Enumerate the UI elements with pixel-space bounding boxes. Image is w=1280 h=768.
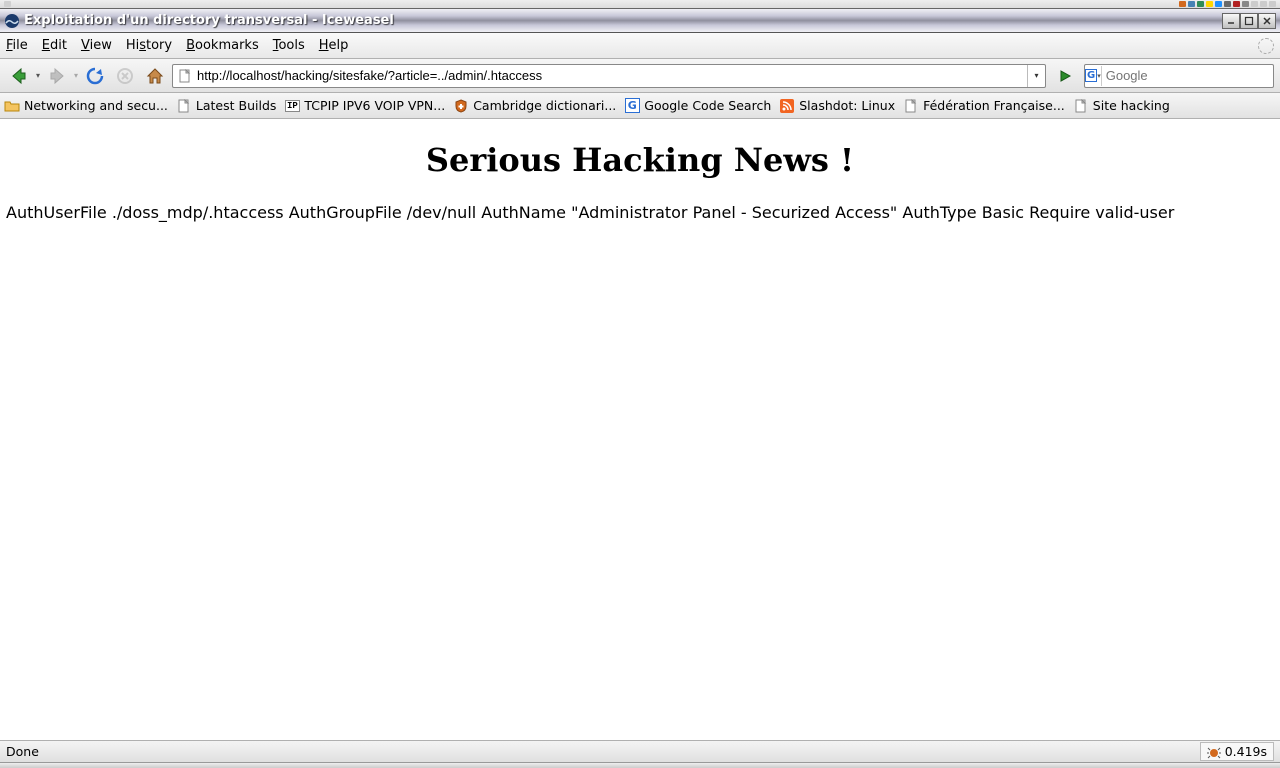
- navigation-toolbar: ▾ ▾ ▾ G▾: [0, 59, 1280, 93]
- bookmark-item[interactable]: G Google Code Search: [624, 98, 771, 114]
- status-timing: 0.419s: [1200, 742, 1274, 761]
- page-icon: [1073, 98, 1089, 114]
- maximize-button[interactable]: [1240, 13, 1258, 29]
- page-icon: [903, 98, 919, 114]
- url-input[interactable]: [197, 68, 1027, 83]
- forward-dropdown[interactable]: ▾: [74, 71, 78, 80]
- go-button[interactable]: [1054, 65, 1076, 87]
- search-input[interactable]: [1102, 68, 1280, 83]
- bookmark-label: TCPIP IPV6 VOIP VPN...: [304, 98, 445, 113]
- status-text: Done: [6, 744, 1200, 759]
- bookmark-item[interactable]: Networking and secu...: [4, 98, 168, 114]
- menu-tools[interactable]: Tools: [273, 38, 305, 53]
- forward-button[interactable]: [44, 63, 70, 89]
- gcode-icon: G: [624, 98, 640, 114]
- bookmark-label: Networking and secu...: [24, 98, 168, 113]
- bookmark-item[interactable]: Cambridge dictionari...: [453, 98, 616, 114]
- url-history-dropdown[interactable]: ▾: [1027, 65, 1045, 87]
- menu-history[interactable]: History: [126, 38, 172, 53]
- activity-throbber: [1258, 38, 1274, 54]
- shield-icon: [453, 98, 469, 114]
- stop-button[interactable]: [112, 63, 138, 89]
- search-engine-icon[interactable]: G▾: [1085, 66, 1102, 86]
- os-taskbar: [0, 762, 1280, 768]
- back-dropdown[interactable]: ▾: [36, 71, 40, 80]
- page-content: Serious Hacking News ! AuthUserFile ./do…: [0, 119, 1280, 740]
- window-title: Exploitation d'un directory transversal …: [24, 13, 1222, 28]
- bookmark-label: Fédération Française...: [923, 98, 1065, 113]
- page-icon: [176, 98, 192, 114]
- minimize-button[interactable]: [1222, 13, 1240, 29]
- iceweasel-icon: [4, 13, 20, 29]
- page-favicon-icon: [177, 68, 193, 84]
- bookmark-label: Slashdot: Linux: [799, 98, 895, 113]
- bookmark-label: Google Code Search: [644, 98, 771, 113]
- bookmark-item[interactable]: Site hacking: [1073, 98, 1170, 114]
- menu-file[interactable]: File: [6, 38, 28, 53]
- folder-icon: [4, 98, 20, 114]
- page-body-text: AuthUserFile ./doss_mdp/.htaccess AuthGr…: [6, 203, 1274, 222]
- firebug-icon[interactable]: [1207, 745, 1221, 759]
- bookmark-label: Cambridge dictionari...: [473, 98, 616, 113]
- url-bar[interactable]: ▾: [172, 64, 1046, 88]
- close-button[interactable]: [1258, 13, 1276, 29]
- back-button[interactable]: [6, 63, 32, 89]
- home-button[interactable]: [142, 63, 168, 89]
- bookmark-item[interactable]: IP TCPIP IPV6 VOIP VPN...: [284, 98, 445, 114]
- bookmark-label: Site hacking: [1093, 98, 1170, 113]
- bookmark-label: Latest Builds: [196, 98, 277, 113]
- status-bar: Done 0.419s: [0, 740, 1280, 762]
- ip-icon: IP: [284, 98, 300, 114]
- search-box[interactable]: G▾: [1084, 64, 1274, 88]
- window-title-bar: Exploitation d'un directory transversal …: [0, 9, 1280, 33]
- bookmarks-toolbar: Networking and secu... Latest Builds IP TCP…: [0, 93, 1280, 119]
- menu-view[interactable]: View: [81, 38, 112, 53]
- menu-bar: File Edit View History Bookmarks Tools H…: [0, 33, 1280, 59]
- system-tray: [0, 0, 1280, 9]
- rss-icon: [779, 98, 795, 114]
- reload-button[interactable]: [82, 63, 108, 89]
- page-heading: Serious Hacking News !: [6, 141, 1274, 179]
- menu-help[interactable]: Help: [319, 38, 349, 53]
- bookmark-item[interactable]: Slashdot: Linux: [779, 98, 895, 114]
- status-timing-value: 0.419s: [1225, 744, 1267, 759]
- menu-edit[interactable]: Edit: [42, 38, 67, 53]
- menu-bookmarks[interactable]: Bookmarks: [186, 38, 259, 53]
- bookmark-item[interactable]: Latest Builds: [176, 98, 277, 114]
- bookmark-item[interactable]: Fédération Française...: [903, 98, 1065, 114]
